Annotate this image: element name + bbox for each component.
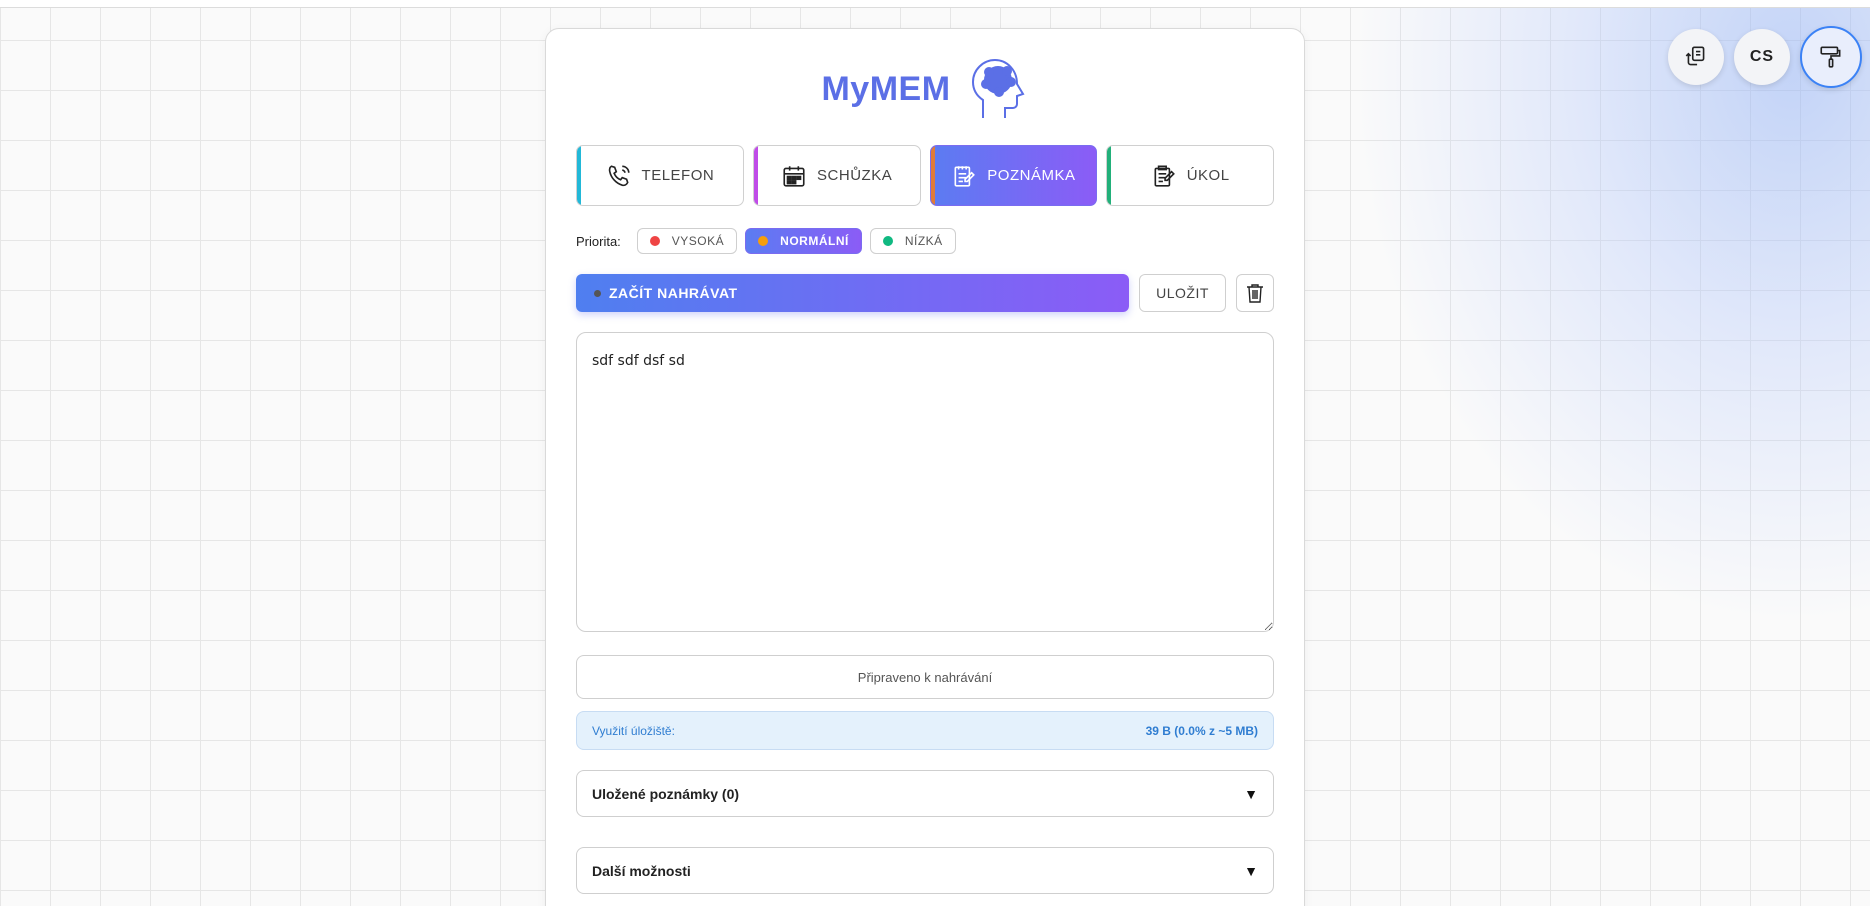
type-note-label: POZNÁMKA: [987, 167, 1076, 184]
type-selector: TELEFON SCHŮZKA POZNÁMKA ÚKOL: [576, 145, 1274, 206]
storage-value: 39 B (0.0% z ~5 MB): [1145, 723, 1258, 738]
type-task-button[interactable]: ÚKOL: [1106, 145, 1274, 206]
priority-low-label: NÍZKÁ: [904, 234, 943, 248]
start-recording-button[interactable]: ZAČÍT NAHRÁVAT: [576, 274, 1129, 312]
priority-selector: Priorita: VYSOKÁ NORMÁLNÍ NÍZKÁ: [576, 228, 1274, 254]
more-options-toggle[interactable]: Další možnosti ▼: [576, 847, 1274, 894]
priority-high-button[interactable]: VYSOKÁ: [636, 228, 738, 254]
phone-icon: [608, 164, 630, 186]
chevron-down-icon: ▼: [1244, 862, 1258, 879]
storage-usage: Využití úložiště: 39 B (0.0% z ~5 MB): [576, 711, 1274, 750]
app-title: MyMEM: [821, 69, 951, 108]
note-textarea[interactable]: sdf sdf dsf sd: [576, 332, 1274, 632]
transfer-icon: [1685, 46, 1705, 66]
priority-low-button[interactable]: NÍZKÁ: [869, 228, 956, 254]
record-indicator-icon: [594, 289, 601, 297]
brand-header: MyMEM: [576, 29, 1274, 145]
brain-head-icon: [971, 58, 1025, 118]
type-color-bar: [577, 146, 581, 205]
chevron-down-icon: ▼: [1244, 785, 1258, 802]
priority-high-dot: [649, 236, 660, 246]
type-color-bar: [1107, 146, 1112, 205]
save-button[interactable]: ULOŽIT: [1139, 274, 1226, 312]
delete-button[interactable]: [1236, 274, 1274, 312]
type-meeting-button[interactable]: SCHŮZKA: [752, 145, 921, 206]
note-icon: [954, 165, 976, 187]
calendar-icon: [783, 165, 805, 187]
storage-label: Využití úložiště:: [592, 723, 675, 738]
type-task-label: ÚKOL: [1186, 167, 1230, 184]
type-color-bar: [930, 146, 935, 205]
record-row: ZAČÍT NAHRÁVAT ULOŽIT: [576, 274, 1274, 312]
type-meeting-label: SCHŮZKA: [817, 167, 893, 184]
saved-notes-label: Uložené poznámky (0): [592, 785, 740, 802]
theme-button[interactable]: [1800, 26, 1862, 88]
priority-low-dot: [882, 236, 893, 246]
type-phone-label: TELEFON: [641, 167, 715, 184]
paint-roller-icon: [1820, 46, 1841, 68]
type-phone-button[interactable]: TELEFON: [576, 145, 744, 206]
saved-notes-toggle[interactable]: Uložené poznámky (0) ▼: [576, 770, 1274, 817]
transfer-button[interactable]: [1668, 29, 1724, 85]
background-glow: [1350, 8, 1870, 628]
start-recording-label: ZAČÍT NAHRÁVAT: [609, 285, 738, 301]
priority-label: Priorita:: [576, 233, 621, 249]
type-color-bar: [753, 146, 758, 205]
recording-status: Připraveno k nahrávání: [576, 655, 1274, 699]
trash-icon: [1247, 284, 1263, 303]
task-icon: [1154, 164, 1175, 187]
priority-normal-dot: [758, 236, 769, 246]
corner-toolbar: CS: [1668, 26, 1862, 88]
priority-high-label: VYSOKÁ: [671, 234, 725, 248]
priority-normal-label: NORMÁLNÍ: [780, 234, 849, 248]
type-note-button[interactable]: POZNÁMKA: [929, 145, 1098, 206]
language-button[interactable]: CS: [1734, 29, 1790, 85]
language-label: CS: [1749, 48, 1775, 65]
priority-normal-button[interactable]: NORMÁLNÍ: [745, 228, 862, 254]
top-bar: [0, 0, 1870, 8]
more-options-label: Další možnosti: [592, 862, 691, 879]
main-card: MyMEM TELEFON SCHŮZKA POZNÁMKA ÚKOL Prio…: [545, 28, 1305, 906]
